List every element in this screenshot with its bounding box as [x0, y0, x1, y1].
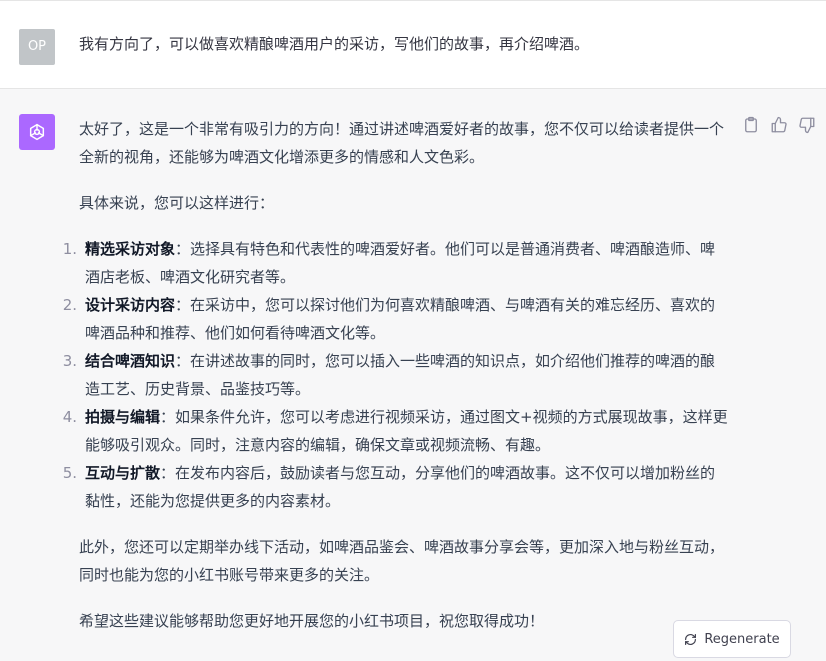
list-number: 3.	[62, 352, 77, 370]
message-actions	[742, 115, 818, 135]
list-item-title: 结合啤酒知识	[85, 352, 176, 370]
list-item-title: 拍摄与编辑	[85, 408, 161, 426]
thumbs-up-icon[interactable]	[770, 116, 788, 134]
list-item-title: 精选采访对象	[85, 240, 176, 258]
closing-paragraph: 希望这些建议能够帮助您更好地开展您的小红书项目，祝您取得成功！	[79, 612, 545, 630]
list-item-text: ：在讲述故事的同时，您可以插入一些啤酒的知识点，如介绍他们推荐的啤酒的酿造工艺、…	[85, 352, 716, 398]
openai-logo-icon	[29, 123, 45, 141]
intro-paragraph: 太好了，这是一个非常有吸引力的方向！通过讲述啤酒爱好者的故事，您不仅可以给读者提…	[79, 120, 725, 166]
list-item: 3. 结合啤酒知识：在讲述故事的同时，您可以插入一些啤酒的知识点，如介绍他们推荐的…	[63, 347, 729, 403]
assistant-message-row: 太好了，这是一个非常有吸引力的方向！通过讲述啤酒爱好者的故事，您不仅可以给读者提…	[0, 89, 826, 661]
user-message-text: 我有方向了，可以做喜欢精酿啤酒用户的采访，写他们的故事，再介绍啤酒。	[79, 35, 590, 53]
extra-paragraph: 此外，您还可以定期举办线下活动，如啤酒品鉴会、啤酒故事分享会等，更加深入地与粉丝…	[79, 538, 725, 584]
list-item: 1. 精选采访对象：选择具有特色和代表性的啤酒爱好者。他们可以是普通消费者、啤酒酿…	[63, 235, 729, 291]
suggestion-list: 1. 精选采访对象：选择具有特色和代表性的啤酒爱好者。他们可以是普通消费者、啤酒酿…	[63, 235, 729, 515]
list-item: 2. 设计采访内容：在采访中，您可以探讨他们为何喜欢精酿啤酒、与啤酒有关的难忘经历…	[63, 291, 729, 347]
assistant-message-content: 太好了，这是一个非常有吸引力的方向！通过讲述啤酒爱好者的故事，您不仅可以给读者提…	[63, 115, 729, 653]
user-message-row: OP 我有方向了，可以做喜欢精酿啤酒用户的采访，写他们的故事，再介绍啤酒。	[0, 0, 826, 89]
refresh-icon	[685, 633, 697, 645]
regenerate-label: Regenerate	[704, 631, 780, 647]
list-item: 4. 拍摄与编辑：如果条件允许，您可以考虑进行视频采访，通过图文+视频的方式展现故…	[63, 403, 729, 459]
list-item: 5. 互动与扩散：在发布内容后，鼓励读者与您互动，分享他们的啤酒故事。这不仅可以增…	[63, 459, 729, 515]
list-item-text: ：选择具有特色和代表性的啤酒爱好者。他们可以是普通消费者、啤酒酿造师、啤酒店老板…	[85, 240, 716, 286]
user-avatar: OP	[19, 29, 55, 65]
thumbs-down-icon[interactable]	[798, 116, 816, 134]
chat-page: OP 我有方向了，可以做喜欢精酿啤酒用户的采访，写他们的故事，再介绍啤酒。 太好…	[0, 0, 826, 661]
list-item-text: ：如果条件允许，您可以考虑进行视频采访，通过图文+视频的方式展现故事，这样更能够…	[85, 408, 728, 454]
assistant-avatar	[19, 114, 55, 150]
list-number: 2.	[62, 296, 77, 314]
clipboard-icon[interactable]	[742, 116, 760, 134]
list-item-title: 设计采访内容	[85, 296, 176, 314]
list-number: 5.	[62, 464, 77, 482]
list-item-text: ：在发布内容后，鼓励读者与您互动，分享他们的啤酒故事。这不仅可以增加粉丝的黏性，…	[85, 464, 716, 510]
regenerate-button[interactable]: Regenerate	[673, 620, 791, 658]
list-number: 1.	[62, 240, 77, 258]
list-item-text: ：在采访中，您可以探讨他们为何喜欢精酿啤酒、与啤酒有关的难忘经历、喜欢的啤酒品种…	[85, 296, 716, 342]
list-number: 4.	[62, 408, 77, 426]
lead-paragraph: 具体来说，您可以这样进行：	[79, 194, 275, 212]
list-item-title: 互动与扩散	[85, 464, 161, 482]
